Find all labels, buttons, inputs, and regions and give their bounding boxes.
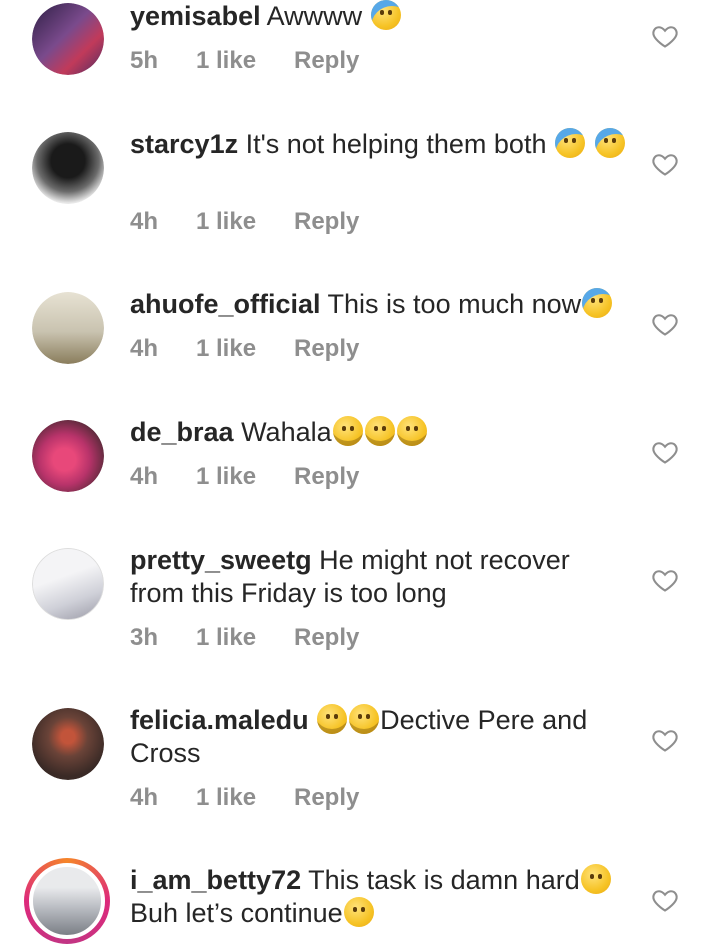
comment-username[interactable]: pretty_sweetg [130,545,312,575]
reply-button[interactable]: Reply [294,208,359,236]
comment-item: pretty_sweetg He might not recover from … [0,544,720,674]
crying-face-emoji-icon [370,0,401,30]
reply-button[interactable]: Reply [294,463,359,491]
comment-time: 4h [130,463,159,490]
laughing-face-emoji-icon [349,704,380,734]
laughing-face-emoji-icon [317,704,348,734]
comment-text: This is too much now [327,289,582,319]
comment-time: 3h [130,624,159,651]
comment-like-count[interactable]: 1 like [196,335,294,363]
heart-outline-icon[interactable] [651,22,679,50]
comment-username[interactable]: felicia.maledu [130,705,309,735]
comment-time: 5h [130,47,159,74]
avatar[interactable] [32,420,104,492]
comment-item: i_am_betty72 This task is damn hard Buh … [0,858,720,944]
comment-text: This task is damn hard [308,865,580,895]
comment-time: 4h [130,335,159,362]
comment-username[interactable]: yemisabel [130,1,261,31]
reply-button[interactable]: Reply [294,624,359,652]
comment-like-count[interactable]: 1 like [196,624,294,652]
laughing-face-emoji-icon [332,416,363,446]
sleepy-face-emoji-icon [580,864,611,894]
reply-button[interactable]: Reply [294,335,359,363]
comment-time: 4h [130,208,159,235]
heart-outline-icon[interactable] [651,886,679,914]
comment-like-count[interactable]: 1 like [196,463,294,491]
comment-item: felicia.maledu Dective Pere and Cross 4h… [0,704,720,834]
comment-item: yemisabel Awwww 5h 1 like Reply [0,0,720,110]
comment-time: 4h [130,784,159,811]
comment-text-line2: Buh let’s continue [130,898,343,928]
comment-item: ahuofe_official This is too much now 4h … [0,288,720,388]
comment-text: Wahala [241,417,332,447]
comment-like-count[interactable]: 1 like [196,784,294,812]
pleading-face-emoji-icon [343,897,374,927]
comment-text: Awwww [266,1,363,31]
comment-item: starcy1z It's not helping them both 4h 1… [0,128,720,263]
comment-username[interactable]: starcy1z [130,129,238,159]
heart-outline-icon[interactable] [651,310,679,338]
comment-item: de_braa Wahala 4h 1 like Reply [0,416,720,516]
laughing-face-emoji-icon [364,416,395,446]
comment-username[interactable]: de_braa [130,417,234,447]
avatar[interactable] [32,292,104,364]
comment-like-count[interactable]: 1 like [196,208,294,236]
crying-face-emoji-icon [594,128,625,158]
heart-outline-icon[interactable] [651,438,679,466]
avatar[interactable] [32,548,104,620]
laughing-face-emoji-icon [396,416,427,446]
crying-face-emoji-icon [582,288,613,318]
crying-face-emoji-icon [554,128,585,158]
reply-button[interactable]: Reply [294,47,359,75]
heart-outline-icon[interactable] [651,150,679,178]
comment-username[interactable]: i_am_betty72 [130,865,301,895]
heart-outline-icon[interactable] [651,726,679,754]
comment-text: It's not helping them both [245,129,547,159]
reply-button[interactable]: Reply [294,784,359,812]
avatar[interactable] [32,708,104,780]
avatar[interactable] [32,3,104,75]
comment-username[interactable]: ahuofe_official [130,289,321,319]
avatar[interactable] [32,132,104,204]
comment-like-count[interactable]: 1 like [196,47,294,75]
avatar-with-story-ring[interactable] [24,858,110,944]
heart-outline-icon[interactable] [651,566,679,594]
